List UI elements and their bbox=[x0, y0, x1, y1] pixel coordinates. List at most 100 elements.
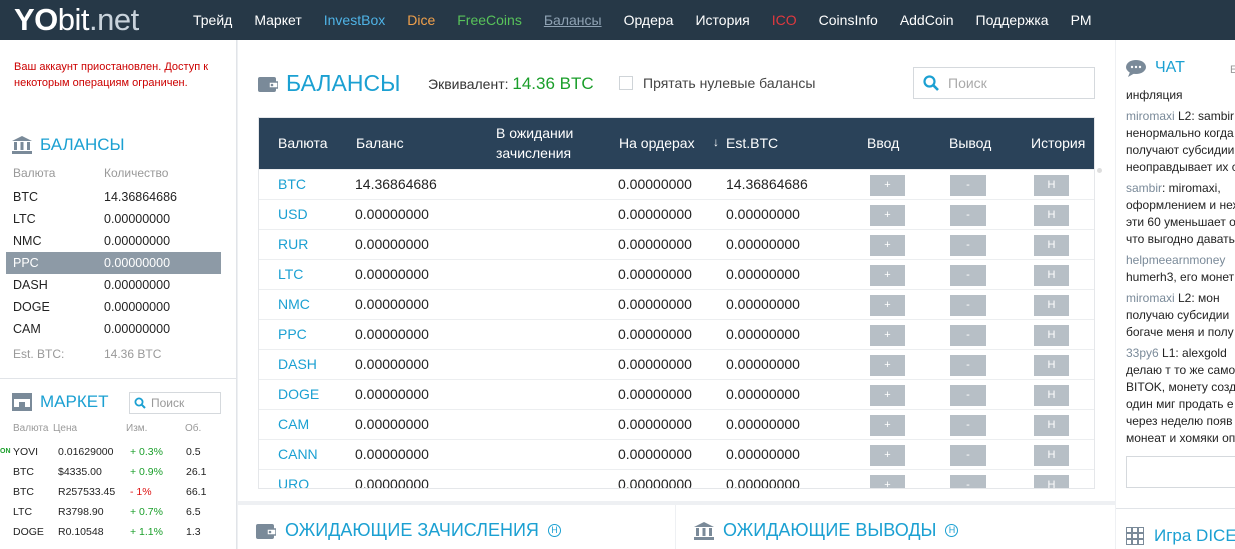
history-button[interactable]: H bbox=[1034, 175, 1069, 196]
currency-link[interactable]: LTC bbox=[278, 266, 303, 282]
chat-message: miromaxi L2: sambir ненормально когда полу… bbox=[1126, 108, 1235, 176]
withdraw-button[interactable]: - bbox=[950, 415, 986, 436]
chat-username[interactable]: helpmeearnmoney bbox=[1126, 253, 1225, 267]
market-search-input[interactable]: Поиск bbox=[129, 392, 221, 414]
market-row[interactable]: DOGE R0.10548 + 1.1% 1.3 bbox=[0, 523, 230, 543]
sidebar-balance-row[interactable]: DASH 0.00000000 bbox=[6, 274, 221, 296]
deposit-button[interactable]: + bbox=[870, 475, 905, 488]
withdraw-button[interactable]: - bbox=[950, 295, 986, 316]
history-button[interactable]: H bbox=[1034, 475, 1069, 488]
nav-item[interactable]: ICO bbox=[772, 12, 797, 28]
nav-item[interactable]: Поддержка bbox=[976, 12, 1049, 28]
nav-item[interactable]: Ордера bbox=[624, 12, 674, 28]
market-row[interactable]: LTC R3798.90 + 0.7% 6.5 bbox=[0, 503, 230, 523]
sidebar-balance-row[interactable]: PPC 0.00000000 bbox=[6, 252, 221, 274]
est-btc-cell: 0.00000000 bbox=[726, 206, 800, 222]
nav-item[interactable]: Трейд bbox=[193, 12, 232, 28]
scroll-indicator[interactable] bbox=[1097, 168, 1102, 173]
currency-link[interactable]: BTC bbox=[278, 176, 306, 192]
market-row[interactable]: ON YOVI 0.01629000 + 0.3% 0.5 bbox=[0, 443, 230, 463]
market-change: + 0.9% bbox=[130, 466, 163, 478]
currency-link[interactable]: USD bbox=[278, 206, 308, 222]
chat-username[interactable]: sambir bbox=[1126, 181, 1162, 195]
nav-item[interactable]: AddCoin bbox=[900, 12, 954, 28]
chat-input[interactable] bbox=[1126, 456, 1235, 488]
deposit-button[interactable]: + bbox=[870, 295, 905, 316]
currency-link[interactable]: URO bbox=[278, 476, 309, 488]
withdraw-button[interactable]: - bbox=[950, 205, 986, 226]
history-button[interactable]: H bbox=[1034, 265, 1069, 286]
balances-search-input[interactable]: Поиск bbox=[913, 67, 1095, 99]
history-button[interactable]: H bbox=[1034, 385, 1069, 406]
currency-link[interactable]: CANN bbox=[278, 446, 318, 462]
col-est-btc[interactable]: Est.BTC bbox=[726, 135, 778, 151]
col-pending-2[interactable]: зачисления bbox=[496, 145, 571, 161]
history-button[interactable]: H bbox=[1034, 325, 1069, 346]
currency-link[interactable]: CAM bbox=[278, 416, 309, 432]
currency-link[interactable]: NMC bbox=[278, 296, 310, 312]
col-currency[interactable]: Валюта bbox=[278, 135, 328, 151]
market-row[interactable]: BTC $4335.00 + 0.9% 26.1 bbox=[0, 463, 230, 483]
sidebar-balance-row[interactable]: NMC 0.00000000 bbox=[6, 230, 221, 252]
history-button[interactable]: H bbox=[1034, 235, 1069, 256]
currency-link[interactable]: RUR bbox=[278, 236, 308, 252]
deposit-button[interactable]: + bbox=[870, 235, 905, 256]
withdraw-button[interactable]: - bbox=[950, 175, 986, 196]
chat-username[interactable]: miromaxi bbox=[1126, 291, 1175, 305]
nav-item[interactable]: CoinsInfo bbox=[819, 12, 878, 28]
deposit-button[interactable]: + bbox=[870, 355, 905, 376]
chat-extra[interactable]: E bbox=[1230, 64, 1235, 76]
help-icon[interactable]: H bbox=[547, 524, 561, 537]
table-row: LTC 0.00000000 0.00000000 0.00000000 + - H bbox=[259, 259, 1094, 289]
logo[interactable]: YObit.net bbox=[14, 2, 139, 38]
withdraw-button[interactable]: - bbox=[950, 445, 986, 466]
deposit-button[interactable]: + bbox=[870, 445, 905, 466]
withdraw-button[interactable]: - bbox=[950, 325, 986, 346]
col-balance[interactable]: Баланс bbox=[356, 135, 404, 151]
withdraw-button[interactable]: - bbox=[950, 355, 986, 376]
chat-username[interactable]: miromaxi bbox=[1126, 109, 1175, 123]
table-row: RUR 0.00000000 0.00000000 0.00000000 + - H bbox=[259, 229, 1094, 259]
history-button[interactable]: H bbox=[1034, 355, 1069, 376]
sidebar-balance-row[interactable]: BTC 14.36864686 bbox=[6, 186, 221, 208]
page-title: Балансы bbox=[258, 70, 400, 97]
help-icon[interactable]: H bbox=[945, 524, 959, 537]
currency-link[interactable]: PPC bbox=[278, 326, 307, 342]
history-button[interactable]: H bbox=[1034, 445, 1069, 466]
market-row[interactable]: BTC R257533.45 - 1% 66.1 bbox=[0, 483, 230, 503]
withdraw-button[interactable]: - bbox=[950, 235, 986, 256]
nav-item[interactable]: Балансы bbox=[544, 12, 602, 28]
nav-item[interactable]: История bbox=[695, 12, 749, 28]
deposit-button[interactable]: + bbox=[870, 385, 905, 406]
withdraw-button[interactable]: - bbox=[950, 385, 986, 406]
nav-item[interactable]: PM bbox=[1071, 12, 1092, 28]
nav-item[interactable]: Dice bbox=[407, 12, 435, 28]
col-on-orders[interactable]: На ордерах bbox=[619, 135, 695, 151]
deposit-button[interactable]: + bbox=[870, 265, 905, 286]
nav-item[interactable]: Маркет bbox=[254, 12, 301, 28]
history-button[interactable]: H bbox=[1034, 205, 1069, 226]
withdraw-button[interactable]: - bbox=[950, 475, 986, 488]
currency-link[interactable]: DASH bbox=[278, 356, 317, 372]
currency-link[interactable]: DOGE bbox=[278, 386, 319, 402]
sidebar-balance-row[interactable]: LTC 0.00000000 bbox=[6, 208, 221, 230]
nav-item[interactable]: FreeCoins bbox=[457, 12, 522, 28]
history-button[interactable]: H bbox=[1034, 415, 1069, 436]
deposit-button[interactable]: + bbox=[870, 325, 905, 346]
deposit-button[interactable]: + bbox=[870, 415, 905, 436]
withdraw-button[interactable]: - bbox=[950, 265, 986, 286]
table-row: USD 0.00000000 0.00000000 0.00000000 + - H bbox=[259, 199, 1094, 229]
chat-username[interactable]: 33py6 bbox=[1126, 346, 1159, 360]
hide-zero-toggle[interactable]: Прятать нулевые балансы bbox=[619, 75, 815, 91]
sidebar-balance-row[interactable]: CAM 0.00000000 bbox=[6, 318, 221, 340]
sidebar-balance-row[interactable]: DOGE 0.00000000 bbox=[6, 296, 221, 318]
nav-item[interactable]: InvestBox bbox=[324, 12, 385, 28]
chat-text: L2: sambir bbox=[1174, 109, 1235, 123]
market-tag: ON bbox=[0, 448, 11, 455]
col-pending-1[interactable]: В ожидании bbox=[496, 125, 573, 141]
history-button[interactable]: H bbox=[1034, 295, 1069, 316]
deposit-button[interactable]: + bbox=[870, 175, 905, 196]
hide-zero-checkbox[interactable] bbox=[619, 76, 633, 90]
balance-currency: CAM bbox=[13, 322, 41, 336]
deposit-button[interactable]: + bbox=[870, 205, 905, 226]
